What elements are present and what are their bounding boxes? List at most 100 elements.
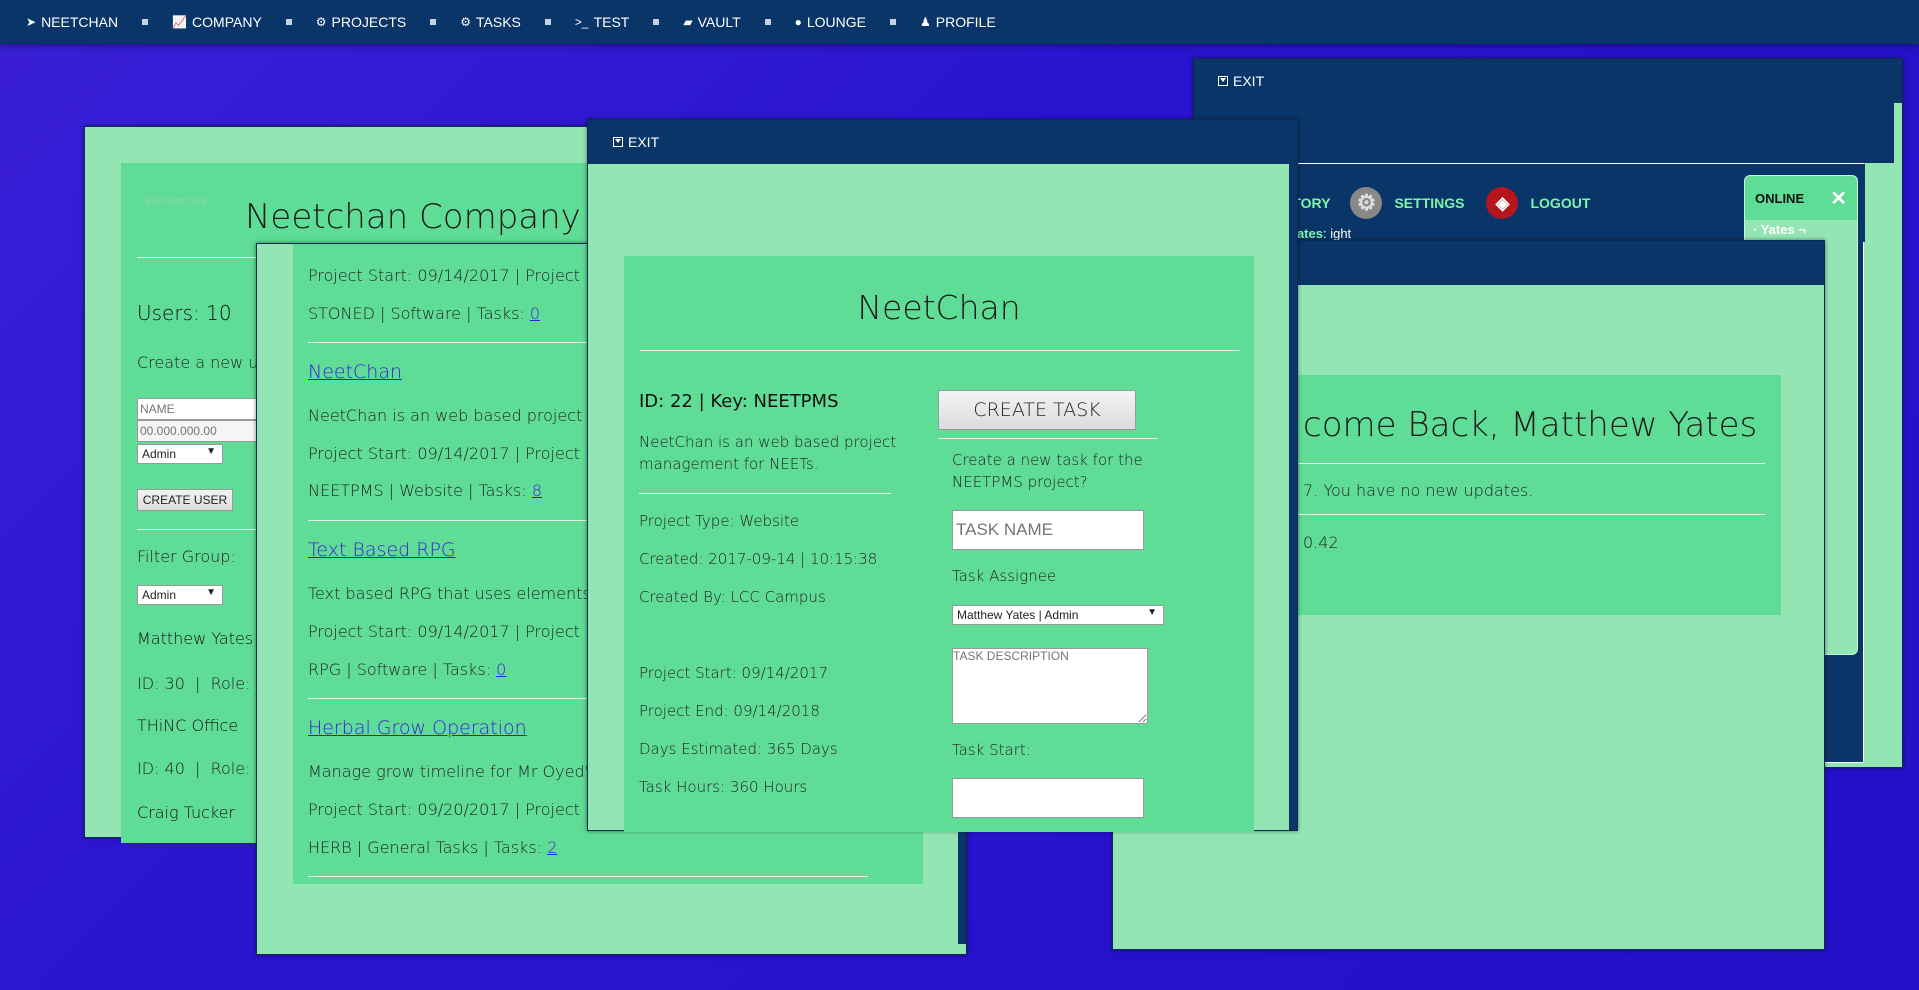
nav-item-neetchan[interactable]: ➤ NEETCHAN xyxy=(26,14,118,30)
project-dates: Project Start: 09/20/2017 | Project End xyxy=(308,800,616,819)
exit-button[interactable]: EXIT xyxy=(1233,73,1264,89)
window-titlebar[interactable]: EXIT xyxy=(588,120,1297,164)
task-assignee-label: Task Assignee xyxy=(952,567,1057,585)
nav-item-projects[interactable]: ⚙ PROJECTS xyxy=(316,14,406,30)
assignee-value: Matthew Yates | Admin xyxy=(957,608,1079,622)
user-icon: ♟ xyxy=(920,15,931,29)
project-link-herbal[interactable]: Herbal Grow Operation xyxy=(308,717,527,739)
project-created: Created: 2017-09-14 | 10:15:38 xyxy=(639,550,878,568)
minimize-icon[interactable] xyxy=(1218,76,1228,86)
project-meta: NEETPMS | Website | Tasks: 8 xyxy=(308,481,542,500)
divider xyxy=(308,876,868,877)
logout-icon[interactable]: ◈ xyxy=(1486,187,1519,219)
nav-item-test[interactable]: >_ TEST xyxy=(575,14,629,30)
user-name[interactable]: Matthew Yates xyxy=(137,629,253,648)
task-assignee-select[interactable]: Matthew Yates | Admin ▼ xyxy=(952,605,1164,625)
filter-value: Admin xyxy=(142,588,177,602)
project-dates: Project Start: 09/14/2017 | Project End xyxy=(308,266,616,285)
task-description-input[interactable] xyxy=(952,648,1148,724)
activity-text: : ight xyxy=(1322,226,1352,241)
user-name[interactable]: Craig Tucker xyxy=(137,803,235,822)
task-name-input[interactable] xyxy=(952,510,1144,550)
user-name[interactable]: THiNC Office xyxy=(137,716,238,735)
menu-logout[interactable]: LOGOUT xyxy=(1530,195,1590,211)
filter-label: Filter Group: xyxy=(137,547,236,566)
chevron-down-icon: ▼ xyxy=(1147,607,1157,618)
nav-item-tasks[interactable]: ⚙ TASKS xyxy=(460,14,521,30)
filter-select[interactable]: Admin ▼ xyxy=(137,585,223,605)
project-description: NeetChan is an web based project managem… xyxy=(639,433,897,473)
chart-icon: 📈 xyxy=(172,15,188,29)
create-user-button[interactable]: CREATE USER xyxy=(137,489,233,511)
divider xyxy=(1263,463,1765,464)
close-icon[interactable]: ✕ xyxy=(1830,186,1847,211)
tasks-link[interactable]: 0 xyxy=(530,304,540,323)
project-id-key: ID: 22 | Key: NEETPMS xyxy=(639,391,839,412)
project-dates: Project Start: 09/14/2017 | Project End xyxy=(308,622,616,641)
minimize-icon[interactable] xyxy=(613,137,623,147)
tasks-link[interactable]: 2 xyxy=(547,838,557,857)
project-detail-window: EXIT NeetChan ID: 22 | Key: NEETPMS Neet… xyxy=(587,119,1298,832)
nav-separator xyxy=(653,19,660,25)
nav-separator xyxy=(285,19,292,25)
nav-separator xyxy=(890,19,896,25)
divider xyxy=(639,493,891,494)
tasks-link[interactable]: 8 xyxy=(532,481,542,500)
nav-label: TEST xyxy=(593,14,630,30)
role-select[interactable]: Admin ▼ xyxy=(137,444,223,464)
gear-icon: ⚙ xyxy=(460,15,471,29)
project-title: NeetChan xyxy=(857,288,1021,327)
project-detail-card: NeetChan ID: 22 | Key: NEETPMS NeetChan … xyxy=(624,256,1254,832)
nav-item-profile[interactable]: ♟ PROFILE xyxy=(920,14,996,30)
task-start-label: Task Start: xyxy=(952,741,1031,759)
create-task-button[interactable]: CREATE TASK xyxy=(938,390,1136,430)
project-end: Project End: 09/14/2018 xyxy=(639,702,820,720)
days-estimated: Days Estimated: 365 Days xyxy=(639,740,838,758)
create-task-prompt: Create a new task for the NEETPMS projec… xyxy=(952,451,1143,491)
nav-item-vault[interactable]: ▰ VAULT xyxy=(683,14,740,30)
cursor-icon: ➤ xyxy=(26,15,37,29)
project-type: Project Type: Website xyxy=(639,512,800,530)
nav-separator xyxy=(430,19,437,25)
task-hours: Task Hours: 360 Hours xyxy=(639,778,808,796)
gears-icon: ⚙ xyxy=(315,15,327,29)
nav-separator xyxy=(764,19,771,25)
scrollbar[interactable] xyxy=(1289,164,1297,830)
online-title: ONLINE xyxy=(1755,190,1805,206)
window-titlebar[interactable]: EXIT xyxy=(1194,59,1902,103)
task-start-input[interactable] xyxy=(952,778,1144,818)
header-strip xyxy=(1194,103,1894,163)
tasks-link[interactable]: 0 xyxy=(496,660,506,679)
exit-button[interactable]: EXIT xyxy=(628,134,659,150)
project-meta: HERB | General Tasks | Tasks: 2 xyxy=(308,838,557,857)
project-link-text-rpg[interactable]: Text Based RPG xyxy=(308,539,456,561)
updates-text: 7. You have no new updates. xyxy=(1303,481,1534,500)
settings-icon[interactable]: ⚙ xyxy=(1350,187,1383,219)
chevron-down-icon: ▼ xyxy=(206,446,216,457)
divider xyxy=(640,350,1240,351)
project-meta-text: STONED | Software | Tasks: xyxy=(308,304,530,323)
nav-separator xyxy=(544,19,551,25)
project-desc: NeetChan is an web based project man xyxy=(308,406,623,425)
nav-label: COMPANY xyxy=(192,14,262,30)
project-dates: Project Start: 09/14/2017 | Project End xyxy=(308,444,616,463)
online-user[interactable]: · Yates ¬ xyxy=(1745,220,1857,239)
top-navigation: ➤ NEETCHAN 📈 COMPANY ⚙ PROJECTS ⚙ TASKS >_ TE… xyxy=(0,0,1919,44)
nav-label: TASKS xyxy=(476,14,521,30)
welcome-card: come Back, Matthew Yates 7. You have no … xyxy=(1263,375,1781,615)
chevron-down-icon: ▼ xyxy=(206,587,216,598)
menu-settings[interactable]: SETTINGS xyxy=(1394,195,1464,211)
nav-item-lounge[interactable]: ● LOUNGE xyxy=(795,14,866,30)
project-meta-text: HERB | General Tasks | Tasks: xyxy=(308,838,548,857)
nav-separator xyxy=(142,19,149,25)
nav-label: NEETCHAN xyxy=(41,14,119,30)
nav-item-company[interactable]: 📈 COMPANY xyxy=(172,14,262,30)
project-link-neetchan[interactable]: NeetChan xyxy=(308,361,402,383)
divider xyxy=(938,438,1158,439)
chat-icon: ● xyxy=(794,15,802,29)
activity-line: Yates: ight xyxy=(1289,226,1351,241)
nav-label: LOUNGE xyxy=(806,14,866,30)
nav-label: PROJECTS xyxy=(331,14,407,30)
folder-icon: ▰ xyxy=(683,15,693,29)
terminal-icon: >_ xyxy=(574,15,589,29)
